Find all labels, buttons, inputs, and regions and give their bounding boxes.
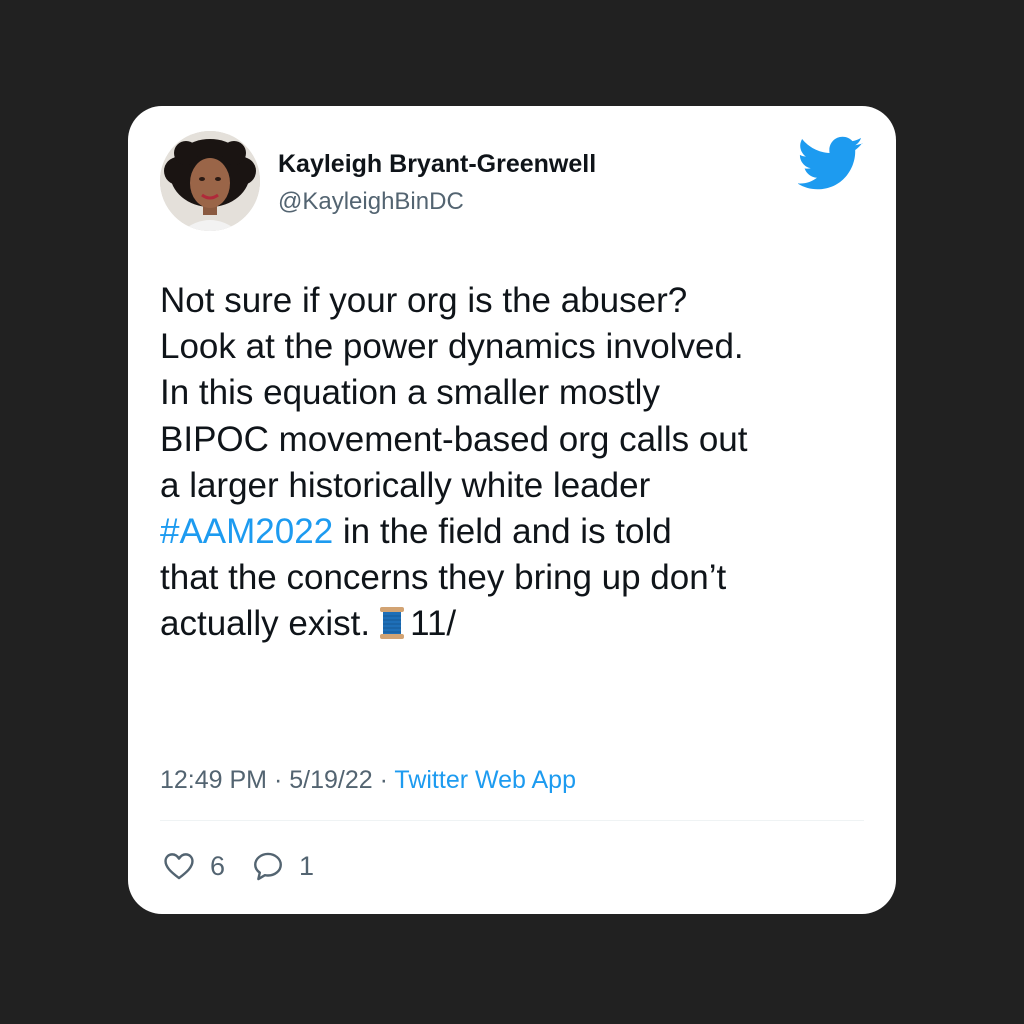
twitter-bird-icon (798, 136, 863, 190)
avatar-image (160, 131, 260, 231)
tweet-text: Not sure if your org is the abuser? Look… (160, 278, 880, 648)
tweet-metadata: 12:49 PM · 5/19/22 · Twitter Web App (160, 766, 576, 795)
tweet-date[interactable]: 5/19/22 (289, 766, 372, 794)
like-button[interactable]: 6 (162, 849, 225, 883)
tweet-text-line: Look at the power dynamics involved. (160, 327, 744, 367)
reply-button[interactable]: 1 (251, 849, 314, 883)
tweet-text-fragment: actually exist. (160, 604, 371, 644)
avatar[interactable] (160, 131, 260, 231)
tweet-text-line: #AAM2022 in the field and is told (160, 509, 880, 555)
tweet-source-link[interactable]: Twitter Web App (394, 766, 576, 794)
tweet-text-line: BIPOC movement-based org calls out (160, 419, 748, 459)
tweet-actions: 6 1 (162, 846, 314, 886)
tweet-time[interactable]: 12:49 PM (160, 766, 267, 794)
divider (160, 820, 864, 821)
meta-separator: · (372, 766, 395, 794)
spool-of-thread-icon (380, 607, 405, 640)
tweet-text-line: Not sure if your org is the abuser? (160, 281, 688, 320)
hashtag-link[interactable]: #AAM2022 (160, 512, 333, 551)
tweet-text-line: that the concerns they bring up don’t (160, 558, 727, 598)
reply-bubble-icon (254, 852, 282, 881)
tweet-card: Kayleigh Bryant-Greenwell @KayleighBinDC… (128, 106, 896, 914)
tweet-text-line: actually exist. 11/ (160, 601, 880, 647)
meta-separator: · (267, 766, 290, 794)
heart-icon (164, 853, 194, 880)
reply-count: 1 (299, 850, 315, 881)
tweet-text-line: a larger historically white leader (160, 465, 651, 505)
author-name[interactable]: Kayleigh Bryant-Greenwell (278, 150, 596, 179)
tweet-text-fragment: in the field and is told (333, 512, 672, 552)
tweet-text-line: In this equation a smaller mostly (160, 373, 660, 413)
author-handle[interactable]: @KayleighBinDC (278, 188, 464, 216)
like-count: 6 (210, 850, 226, 881)
thread-number: 11/ (410, 604, 457, 644)
